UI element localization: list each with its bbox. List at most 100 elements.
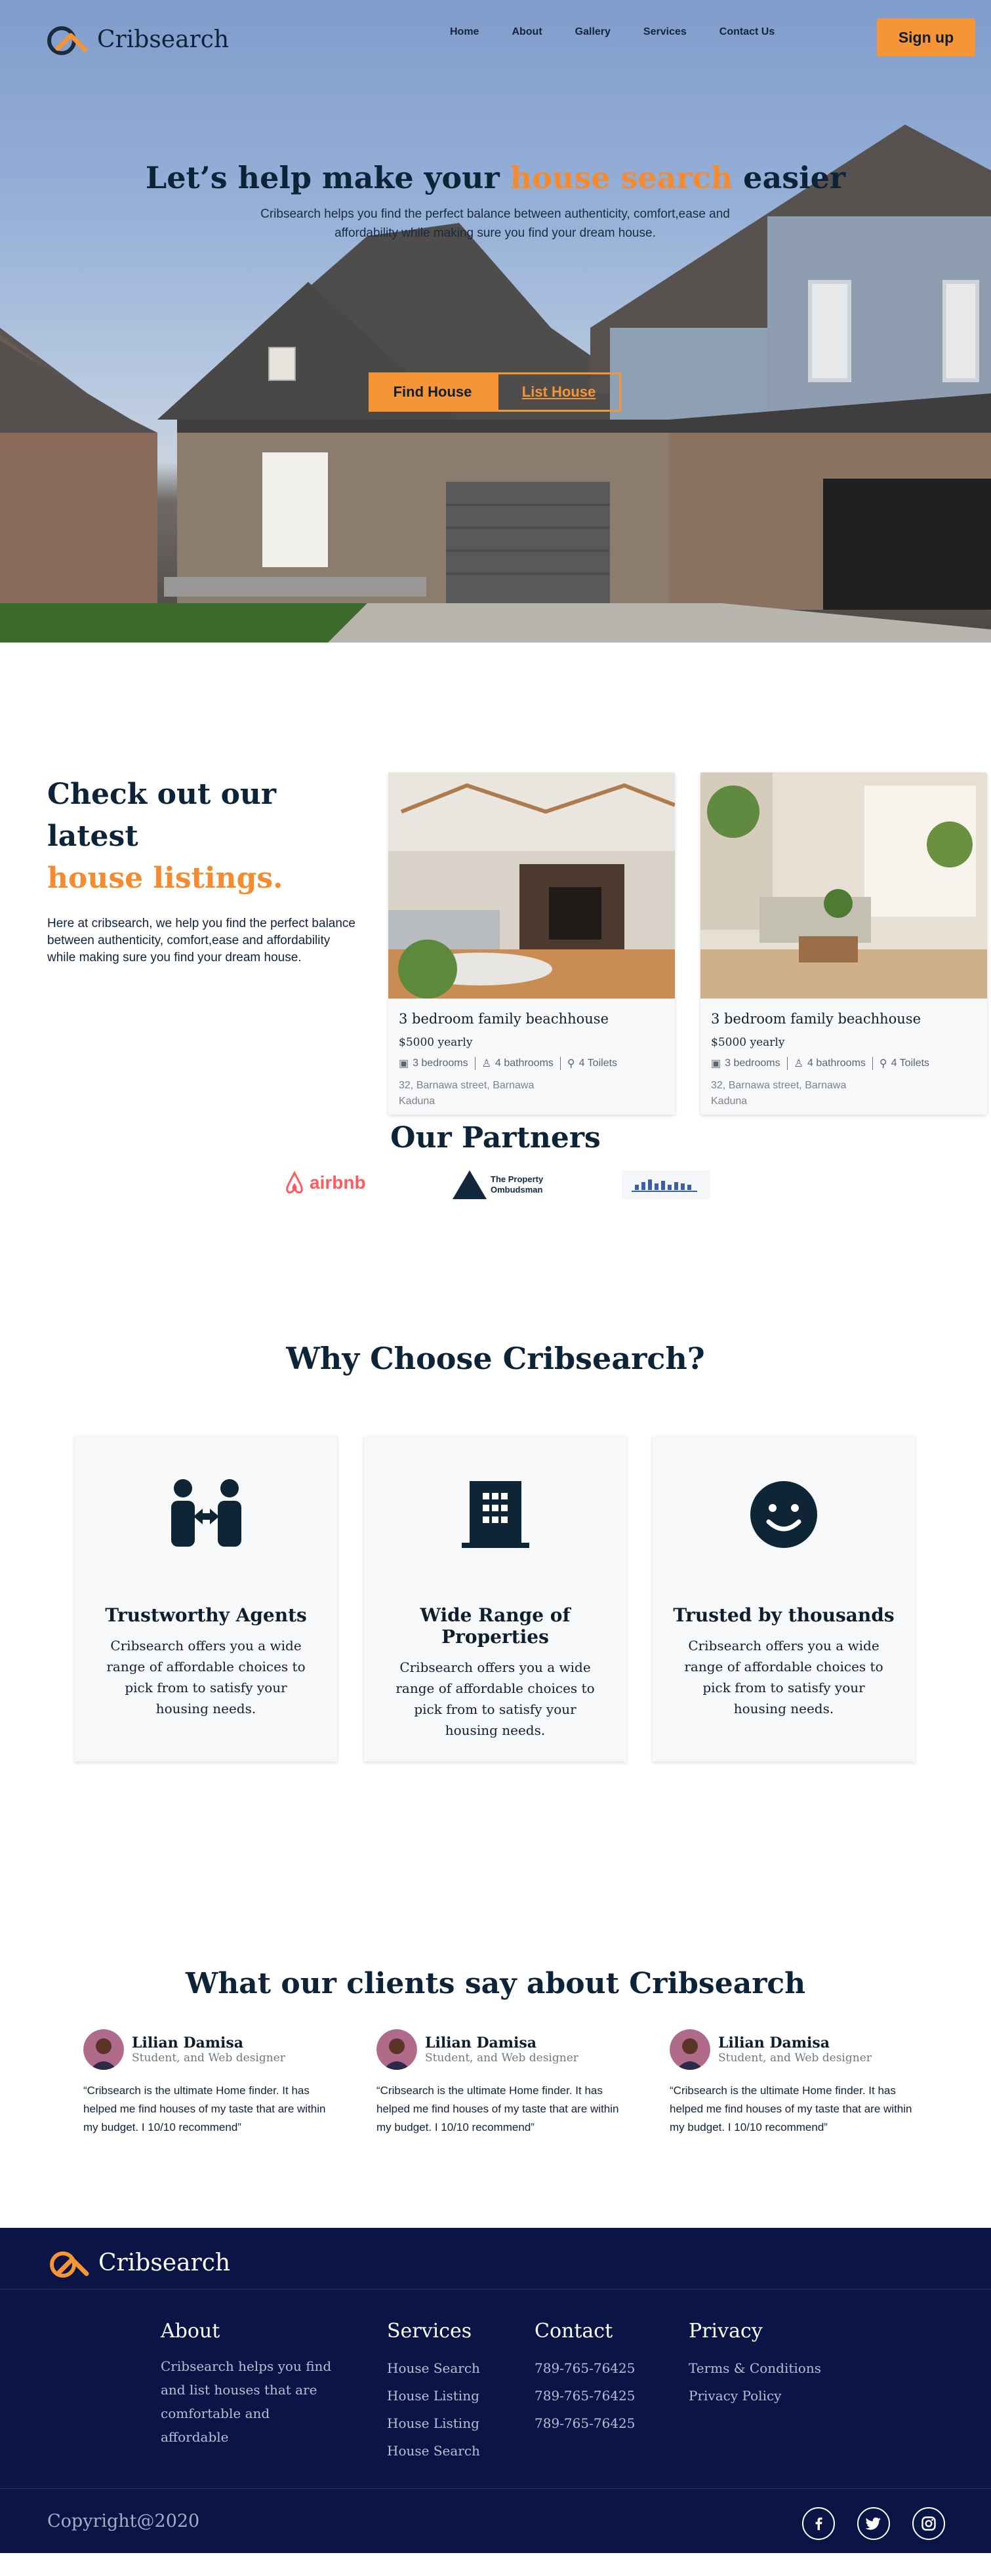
footer-link[interactable]: House Listing: [387, 2409, 480, 2437]
nav-home[interactable]: Home: [450, 26, 479, 38]
listings-section: Check out our latest house listings. Here…: [0, 643, 991, 1115]
footer-link[interactable]: House Search: [387, 2437, 480, 2465]
footer-phone[interactable]: 789-765-76425: [535, 2354, 636, 2382]
testimonial-role: Student, and Web designer: [718, 2051, 872, 2065]
testimonial-author: Lilian Damisa Student, and Web designer: [425, 2034, 578, 2065]
ombudsman-wordmark: The Property Ombudsman: [491, 1174, 543, 1195]
nav-gallery[interactable]: Gallery: [575, 26, 611, 38]
bedrooms-feature: ▣ 3 bedrooms: [711, 1057, 788, 1070]
listings-heading-accent: house listings.: [47, 862, 283, 895]
feature-title: Wide Range of Properties: [420, 1604, 571, 1648]
listing-features: ▣ 3 bedrooms ♙ 4 bathrooms ⚲ 4 Toilets: [399, 1057, 664, 1070]
footer-phone[interactable]: 789-765-76425: [535, 2409, 636, 2437]
testimonial-author: Lilian Damisa Student, and Web designer: [718, 2034, 872, 2065]
listing-info: 3 bedroom family beachhouse $5000 yearly…: [388, 1002, 675, 1115]
listing-info: 3 bedroom family beachhouse $5000 yearly…: [700, 1002, 987, 1115]
list-house-button[interactable]: List House: [496, 372, 621, 412]
feature-text: Cribsearch offers you a wide range of af…: [106, 1638, 306, 1716]
twitter-link[interactable]: [857, 2507, 890, 2540]
nav-services[interactable]: Services: [643, 26, 687, 38]
footer-about-heading: About: [161, 2320, 220, 2343]
feature-card: Wide Range of Properties Cribsearch offe…: [364, 1436, 626, 1762]
footer-link[interactable]: House Listing: [387, 2382, 480, 2409]
footer-privacy: Privacy Terms & Conditions Privacy Polic…: [689, 2320, 821, 2409]
building-icon: [461, 1481, 529, 1548]
property-ombudsman-logo[interactable]: The Property Ombudsman: [453, 1170, 543, 1199]
hero-subtitle: Cribsearch helps you find the perfect ba…: [260, 207, 730, 240]
testimonial-card: Lilian Damisa Student, and Web designer …: [83, 2029, 333, 2137]
listing-card[interactable]: 3 bedroom family beachhouse $5000 yearly…: [388, 772, 675, 1115]
listings-intro: Check out our latest house listings. Here…: [47, 774, 355, 966]
feature-title: Trustworthy Agents: [105, 1604, 307, 1626]
facebook-icon: [815, 2517, 822, 2530]
airbnb-wordmark: airbnb: [310, 1172, 366, 1193]
ombudsman-line1: The Property: [491, 1174, 544, 1184]
listings-heading: Check out our latest house listings.: [47, 774, 355, 900]
feature-icon-wrap: [653, 1478, 915, 1551]
house-roof-logo-icon: [50, 2251, 89, 2278]
hero-title: Let’s help make your house search easier: [0, 160, 991, 195]
listing-address: 32, Barnawa street, Barnawa Kaduna: [399, 1080, 535, 1107]
why-choose-section: Why Choose Cribsearch? Trustworthy Agent…: [0, 1295, 991, 1967]
signup-button[interactable]: Sign up: [877, 18, 975, 56]
nav-contact[interactable]: Contact Us: [719, 26, 775, 38]
facebook-link[interactable]: [802, 2507, 835, 2540]
hero-title-pre: Let’s help make your: [145, 160, 510, 195]
bathrooms-feature: ♙ 4 bathrooms: [788, 1057, 873, 1070]
footer-link[interactable]: House Search: [387, 2354, 480, 2382]
footer-link[interactable]: Privacy Policy: [689, 2382, 821, 2409]
airbnb-logo[interactable]: airbnb: [282, 1170, 366, 1195]
nav-about[interactable]: About: [512, 26, 542, 38]
feature-title: Trusted by thousands: [673, 1604, 895, 1626]
testimonials-section: What our clients say about Cribsearch Li…: [0, 1967, 991, 2228]
bathrooms-label: 4 bathrooms: [495, 1058, 554, 1069]
footer-privacy-heading: Privacy: [689, 2320, 763, 2343]
find-house-button[interactable]: Find House: [369, 372, 496, 412]
partner-skyline-icon: [622, 1170, 710, 1199]
hero-section: Cribsearch Home About Gallery Services C…: [0, 0, 991, 643]
ombudsman-line2: Ombudsman: [491, 1185, 543, 1195]
feature-card: Trustworthy Agents Cribsearch offers you…: [75, 1436, 337, 1762]
toilets-feature: ⚲ 4 Toilets: [561, 1057, 624, 1070]
copyright-text: Copyright@2020: [47, 2511, 200, 2531]
social-links: [802, 2507, 945, 2540]
ombudsman-roof-icon: [453, 1170, 487, 1199]
footer-logo[interactable]: Cribsearch: [47, 2246, 230, 2279]
airbnb-icon: [286, 1170, 303, 1194]
testimonial-role: Student, and Web designer: [425, 2051, 578, 2065]
toilet-icon: ⚲: [567, 1058, 575, 1069]
bedrooms-label: 3 bedrooms: [413, 1058, 468, 1069]
feature-text: Cribsearch offers you a wide range of af…: [684, 1638, 883, 1716]
bath-icon: ♙: [794, 1058, 803, 1069]
footer-about-text: Cribsearch helps you find and list house…: [161, 2358, 332, 2445]
footer-divider: [0, 2488, 991, 2489]
testimonial-quote: “Cribsearch is the ultimate Home finder.…: [670, 2084, 912, 2133]
instagram-link[interactable]: [912, 2507, 945, 2540]
hero-actions: Find House List House: [369, 372, 621, 412]
footer-link[interactable]: Terms & Conditions: [689, 2354, 821, 2382]
testimonial-head: Lilian Damisa Student, and Web designer: [376, 2029, 626, 2070]
testimonial-head: Lilian Damisa Student, and Web designer: [670, 2029, 919, 2070]
feature-text: Cribsearch offers you a wide range of af…: [395, 1659, 595, 1738]
house-roof-logo-icon: [47, 26, 88, 55]
toilets-label: 4 Toilets: [578, 1058, 618, 1069]
partners-heading: Our Partners: [390, 1121, 601, 1155]
brand-logo[interactable]: Cribsearch: [46, 21, 229, 58]
bedrooms-feature: ▣ 3 bedrooms: [399, 1057, 475, 1070]
feature-icon-wrap: [75, 1478, 337, 1551]
partner-logo-three[interactable]: [622, 1170, 710, 1199]
listing-price: $5000 yearly: [399, 1036, 473, 1049]
site-footer: Cribsearch About Cribsearch helps you fi…: [0, 2228, 991, 2553]
listing-photo: [700, 772, 987, 999]
avatar: [376, 2029, 417, 2070]
why-heading: Why Choose Cribsearch?: [286, 1341, 705, 1376]
toilet-icon: ⚲: [879, 1058, 887, 1069]
footer-services-heading: Services: [387, 2320, 472, 2343]
partners-section: Our Partners airbnb The Property Ombudsm…: [0, 1115, 991, 1295]
footer-phone[interactable]: 789-765-76425: [535, 2382, 636, 2409]
listing-card[interactable]: 3 bedroom family beachhouse $5000 yearly…: [700, 772, 987, 1115]
toilets-feature: ⚲ 4 Toilets: [873, 1057, 936, 1070]
listings-intro-text: Here at cribsearch, we help you find the…: [47, 917, 355, 964]
listing-title: 3 bedroom family beachhouse: [711, 1011, 921, 1027]
testimonial-quote: “Cribsearch is the ultimate Home finder.…: [83, 2084, 326, 2133]
